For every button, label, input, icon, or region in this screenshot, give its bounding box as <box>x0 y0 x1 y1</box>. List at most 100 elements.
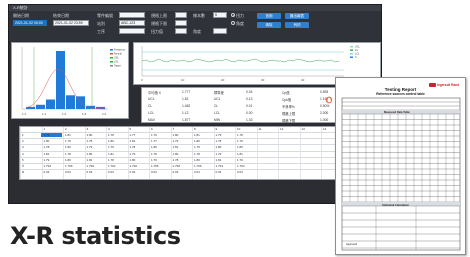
grid-cell[interactable]: 1.80 <box>151 145 157 149</box>
grid-cell[interactable]: 1.79 <box>173 139 179 143</box>
grid-cell[interactable]: R <box>22 170 24 174</box>
part-no-input[interactable] <box>119 12 145 18</box>
grid-cell[interactable]: 1.78 <box>65 152 71 156</box>
grid-cell[interactable]: 1.79 <box>87 145 93 149</box>
grid-cell[interactable]: 1.790 <box>130 164 138 168</box>
grid-cell[interactable]: 1.78 <box>151 152 157 156</box>
process-input[interactable] <box>119 28 145 34</box>
grid-cell[interactable]: 1.796 <box>173 164 181 168</box>
grid-cell[interactable]: 1.786 <box>151 164 159 168</box>
grid-cell[interactable]: 0.03 <box>237 170 243 174</box>
torque-input[interactable] <box>175 28 187 34</box>
print-button[interactable]: 列印 <box>285 22 309 28</box>
station-input[interactable]: ABC-123 <box>119 20 145 26</box>
grid-cell[interactable]: 1.80 <box>130 158 136 162</box>
grid-cell[interactable]: 1.81 <box>237 152 243 156</box>
lsl-input[interactable] <box>175 20 187 26</box>
grid-cell[interactable]: 1.81 <box>173 145 179 149</box>
grid-cell[interactable]: 1.80 <box>194 139 200 143</box>
grid-cell[interactable]: 0.03 <box>216 170 222 174</box>
end-date-input[interactable]: 2021-01-02 23:59 <box>53 20 89 26</box>
grid-cell[interactable]: 1.79 <box>108 145 114 149</box>
grid-cell[interactable]: 1.794 <box>216 164 224 168</box>
grid-cell[interactable]: 1.79 <box>65 139 71 143</box>
grid-cell[interactable]: 0.03 <box>65 170 71 174</box>
grid-cell[interactable]: 1.79 <box>151 133 157 137</box>
grid-cell[interactable]: 1.81 <box>87 158 93 162</box>
grid-cell[interactable]: 1.81 <box>194 133 200 137</box>
grid-cell[interactable]: 0.04 <box>130 170 136 174</box>
grid-cell[interactable]: 0.03 <box>87 170 93 174</box>
grid-cell[interactable]: 1.794 <box>44 164 52 168</box>
angle-radio[interactable] <box>231 21 235 25</box>
table-row[interactable] <box>20 144 380 146</box>
grid-cell[interactable]: 1.80 <box>87 133 93 137</box>
grid-cell[interactable]: 1 <box>22 133 24 137</box>
grid-cell[interactable]: 1.81 <box>216 158 222 162</box>
grid-cell[interactable]: 1.78 <box>173 158 179 162</box>
query-button[interactable]: 查詢 <box>257 13 281 19</box>
table-row[interactable] <box>20 156 380 158</box>
grid-cell[interactable]: 1.80 <box>194 158 200 162</box>
grid-cell[interactable]: 1.78 <box>130 145 136 149</box>
grid-cell[interactable]: 1.79 <box>237 158 243 162</box>
grid-cell[interactable]: 1.78 <box>237 133 243 137</box>
grid-cell[interactable]: 1.80 <box>65 145 71 149</box>
grid-cell[interactable]: 1.80 <box>44 139 50 143</box>
grid-cell[interactable]: 1.77 <box>130 133 136 137</box>
grid-cell[interactable]: 1.792 <box>108 164 116 168</box>
grid-cell[interactable]: 1.796 <box>194 164 202 168</box>
grid-cell[interactable]: 1.796 <box>87 164 95 168</box>
grid-cell[interactable]: 0.03 <box>173 170 179 174</box>
grid-cell[interactable]: 0.03 <box>151 170 157 174</box>
sample-size-input[interactable]: 5 <box>213 12 227 18</box>
grid-cell[interactable]: 1.78 <box>87 139 93 143</box>
grid-cell[interactable]: 1.81 <box>44 152 50 156</box>
grid-cell[interactable]: 1.81 <box>65 133 71 137</box>
table-row[interactable] <box>20 169 380 171</box>
grid-cell[interactable]: 0.03 <box>108 170 114 174</box>
grid-cell[interactable]: 1.80 <box>216 145 222 149</box>
grid-cell[interactable]: 1.81 <box>130 139 136 143</box>
grid-cell[interactable]: 1.80 <box>65 158 71 162</box>
grid-cell[interactable]: 2 <box>22 139 24 143</box>
grid-cell[interactable]: 1.78 <box>108 133 114 137</box>
torque-radio[interactable] <box>231 13 235 17</box>
grid-cell[interactable]: X̄ <box>22 164 24 168</box>
grid-cell[interactable]: 1.80 <box>237 145 243 149</box>
grid-cell[interactable]: 1.80 <box>87 152 93 156</box>
export-button[interactable]: 匯出報表 <box>285 13 309 19</box>
start-date-input[interactable]: 2021-01-02 00:00 <box>13 20 47 26</box>
grid-cell[interactable]: 1.77 <box>151 139 157 143</box>
grid-cell[interactable]: 1.78 <box>216 139 222 143</box>
usl-input[interactable] <box>175 12 187 18</box>
grid-cell[interactable]: 0.03 <box>194 170 200 174</box>
grid-cell[interactable]: 1.80 <box>108 139 114 143</box>
grid-cell[interactable]: 1.80 <box>173 152 179 156</box>
grid-cell[interactable]: 4 <box>22 152 24 156</box>
grid-cell[interactable]: 1.78 <box>44 145 50 149</box>
grid-cell[interactable]: 5 <box>22 158 24 162</box>
grid-cell[interactable]: 3 <box>22 145 24 149</box>
grid-cell[interactable]: 1.78 <box>194 152 200 156</box>
grid-cell[interactable]: 1.79 <box>151 158 157 162</box>
grid-cell[interactable]: 1.79 <box>44 133 50 137</box>
angle-input[interactable] <box>213 28 227 34</box>
grid-cell[interactable]: 1.81 <box>108 152 114 156</box>
grid-cell[interactable]: 1.79 <box>237 139 243 143</box>
refresh-icon <box>325 96 333 104</box>
grid-cell[interactable]: 1.79 <box>216 152 222 156</box>
grid-cell[interactable]: 1.79 <box>194 145 200 149</box>
grid-cell[interactable]: 0.03 <box>44 170 50 174</box>
table-row[interactable] <box>20 150 380 152</box>
clear-button[interactable]: 清除 <box>257 22 281 28</box>
grid-cell[interactable]: 1.78 <box>108 158 114 162</box>
grid-cell[interactable]: 1.794 <box>237 164 245 168</box>
grid-cell[interactable]: 1.79 <box>130 152 136 156</box>
table-row[interactable] <box>20 138 380 140</box>
table-row[interactable] <box>20 132 380 133</box>
grid-cell[interactable]: 1.796 <box>65 164 73 168</box>
grid-cell[interactable]: 1.79 <box>44 158 50 162</box>
grid-cell[interactable]: 1.80 <box>173 133 179 137</box>
grid-cell[interactable]: 1.79 <box>216 133 222 137</box>
